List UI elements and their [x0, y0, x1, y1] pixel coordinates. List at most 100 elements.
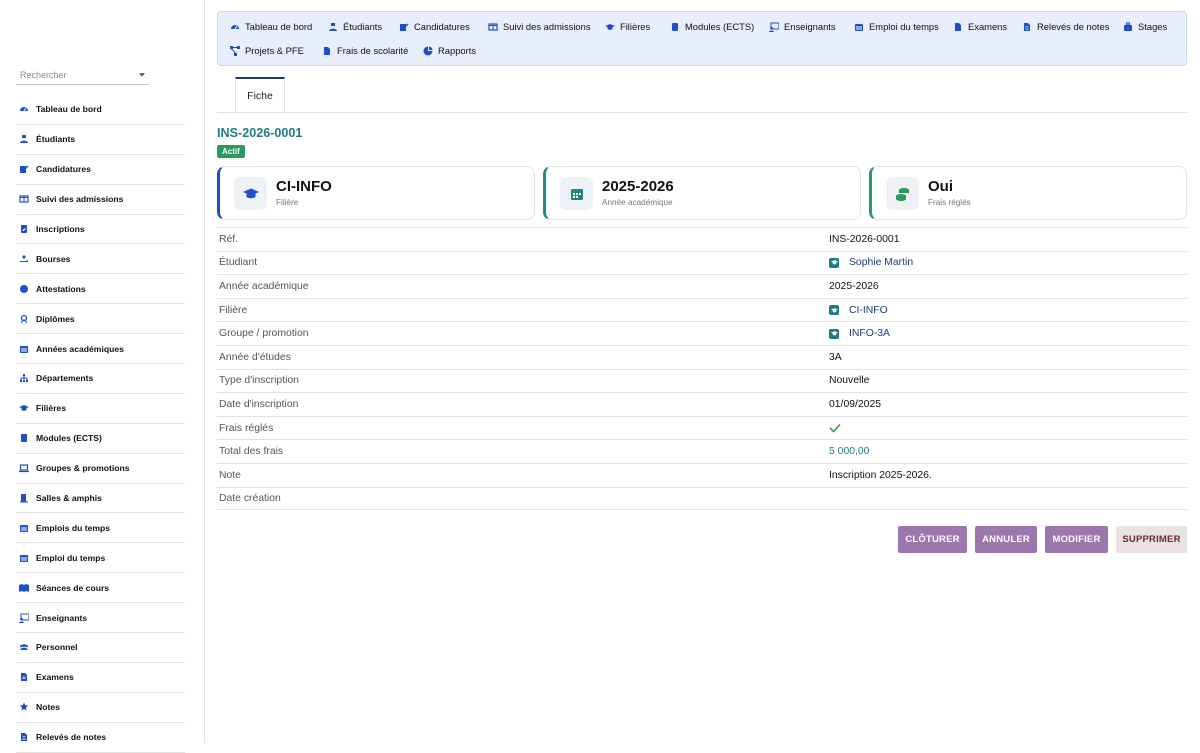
clipboard-check-icon — [19, 224, 29, 234]
sidebar-item-enseignants[interactable]: Enseignants — [16, 603, 185, 634]
topnav-releves[interactable]: Relevés de notes — [1022, 21, 1109, 32]
sidebar-item-etudiants[interactable]: Étudiants — [16, 125, 185, 155]
sidebar-item-releves[interactable]: Relevés de notes — [16, 723, 185, 753]
sidebar-item-tableau-de-bord[interactable]: Tableau de bord — [16, 95, 185, 125]
field-label: Note — [219, 469, 241, 481]
table-row: Date création — [217, 486, 1187, 511]
card-value: Oui — [928, 178, 953, 195]
topnav-modules[interactable]: Modules (ECTS) — [670, 21, 754, 32]
link-icon — [829, 328, 839, 339]
sidebar-item-label: Enseignants — [36, 612, 88, 623]
sidebar-item-seances[interactable]: Séances de cours — [16, 573, 185, 604]
sidebar-item-label: Bourses — [36, 253, 71, 264]
sidebar-item-salles[interactable]: Salles & amphis — [16, 484, 185, 514]
sidebar-item-emplois-du-temps[interactable]: Emplois du temps — [16, 513, 185, 544]
sidebar-item-filieres[interactable]: Filières — [16, 394, 185, 424]
coins-icon — [886, 177, 919, 210]
field-label: Année d'études — [219, 351, 291, 363]
tab-divider — [217, 112, 1187, 113]
filiere-link[interactable]: CI-INFO — [829, 305, 888, 316]
topnav-etudiants[interactable]: Étudiants — [328, 21, 382, 32]
topnav-label: Examens — [968, 21, 1008, 32]
file-lines-icon — [1022, 22, 1032, 32]
gauge-icon — [19, 104, 29, 114]
sidebar-item-suivi-admissions[interactable]: Suivi des admissions — [16, 185, 185, 215]
sidebar-item-attestations[interactable]: Attestations — [16, 274, 185, 305]
topnav-enseignants[interactable]: Enseignants — [769, 21, 836, 32]
table-row: Date d'inscription 01/09/2025 — [217, 392, 1187, 416]
door-icon — [19, 493, 29, 503]
search-select[interactable]: Rechercher — [16, 66, 149, 85]
supprimer-button[interactable]: SUPPRIMER — [1116, 526, 1187, 553]
annuler-button[interactable]: ANNULER — [975, 526, 1037, 553]
card-label: Filière — [276, 198, 299, 207]
sidebar: Rechercher Tableau de bord Étudiants Can… — [0, 0, 205, 753]
teacher-icon — [769, 22, 779, 32]
file-icon — [19, 672, 29, 682]
sidebar-item-groupes[interactable]: Groupes & promotions — [16, 454, 185, 484]
field-label: Date d'inscription — [219, 398, 299, 410]
topnav-stages[interactable]: Stages — [1123, 21, 1167, 32]
sidebar-item-personnel[interactable]: Personnel — [16, 633, 185, 663]
filiere-code: CI-INFO — [849, 304, 888, 316]
field-label: Total des frais — [219, 446, 284, 458]
award-icon — [19, 314, 29, 324]
briefcase-icon — [1123, 22, 1133, 32]
table-row: Groupe / promotion INFO-3A — [217, 321, 1187, 345]
sidebar-item-label: Inscriptions — [36, 224, 85, 234]
modifier-button[interactable]: MODIFIER — [1045, 526, 1108, 553]
sidebar-item-notes[interactable]: Notes — [16, 693, 185, 723]
topnav-emploi-du-temps[interactable]: Emploi du temps — [854, 21, 939, 32]
cloturer-button[interactable]: CLÔTURER — [898, 526, 967, 553]
sidebar-item-label: Suivi des admissions — [36, 194, 124, 205]
sidebar-item-label: Groupes & promotions — [36, 463, 130, 474]
sidebar-item-diplomes[interactable]: Diplômes — [16, 304, 185, 335]
topnav-label: Rapports — [438, 45, 477, 56]
sidebar-item-candidatures[interactable]: Candidatures — [16, 155, 185, 185]
topnav-rapports[interactable]: Rapports — [423, 45, 476, 56]
topnav-label: Emploi du temps — [869, 21, 939, 32]
sidebar-item-label: Années académiques — [36, 343, 124, 354]
users-icon — [19, 642, 29, 652]
sidebar-item-bourses[interactable]: Bourses — [16, 244, 185, 275]
field-value: Nouvelle — [829, 375, 870, 387]
topnav-filieres[interactable]: Filières — [605, 21, 650, 32]
link-icon — [829, 257, 839, 268]
topnav-frais[interactable]: Frais de scolarité — [322, 45, 408, 56]
student-name: Sophie Martin — [849, 257, 914, 269]
sidebar-item-inscriptions[interactable]: Inscriptions — [16, 215, 185, 245]
columns-icon — [488, 22, 498, 32]
sidebar-item-departements[interactable]: Départements — [16, 364, 185, 394]
field-label: Date création — [219, 492, 281, 504]
topnav-label: Projets & PFE — [245, 45, 304, 56]
topnav-suivi-admissions[interactable]: Suivi des admissions — [488, 21, 591, 32]
table-row: Note Inscription 2025-2026. — [217, 462, 1187, 487]
sidebar-item-examens[interactable]: Examens — [16, 663, 185, 693]
table-row: Total des frais 5 000,00 — [217, 439, 1187, 463]
chevron-down-icon[interactable] — [139, 73, 145, 77]
sidebar-item-emploi-du-temps[interactable]: Emploi du temps — [16, 543, 185, 574]
sidebar-item-modules[interactable]: Modules (ECTS) — [16, 424, 185, 454]
field-value: Inscription 2025-2026. — [829, 469, 932, 481]
student-link[interactable]: Sophie Martin — [829, 257, 913, 268]
summary-card-frais: Oui Frais réglés — [869, 166, 1187, 220]
groupe-link[interactable]: INFO-3A — [829, 328, 890, 339]
sidebar-item-label: Modules (ECTS) — [36, 433, 102, 444]
tab-fiche[interactable]: Fiche — [235, 77, 285, 113]
columns-icon — [19, 194, 29, 204]
field-label: Filière — [219, 304, 248, 316]
sidebar-item-label: Filières — [36, 403, 67, 414]
card-value: 2025-2026 — [602, 178, 674, 195]
topnav-label: Enseignants — [784, 21, 836, 32]
topnav-label: Étudiants — [343, 21, 383, 32]
sidebar-item-annees-academiques[interactable]: Années académiques — [16, 334, 185, 365]
field-value: INS-2026-0001 — [829, 233, 900, 245]
graduation-cap-icon — [234, 177, 267, 210]
sidebar-item-label: Séances de cours — [36, 582, 110, 593]
topnav-examens[interactable]: Examens — [953, 21, 1007, 32]
topnav-tableau-de-bord[interactable]: Tableau de bord — [230, 21, 312, 32]
topnav-candidatures[interactable]: Candidatures — [399, 21, 470, 32]
certificate-icon — [19, 284, 29, 294]
sidebar-item-label: Attestations — [36, 283, 86, 294]
topnav-projets[interactable]: Projets & PFE — [230, 45, 304, 56]
